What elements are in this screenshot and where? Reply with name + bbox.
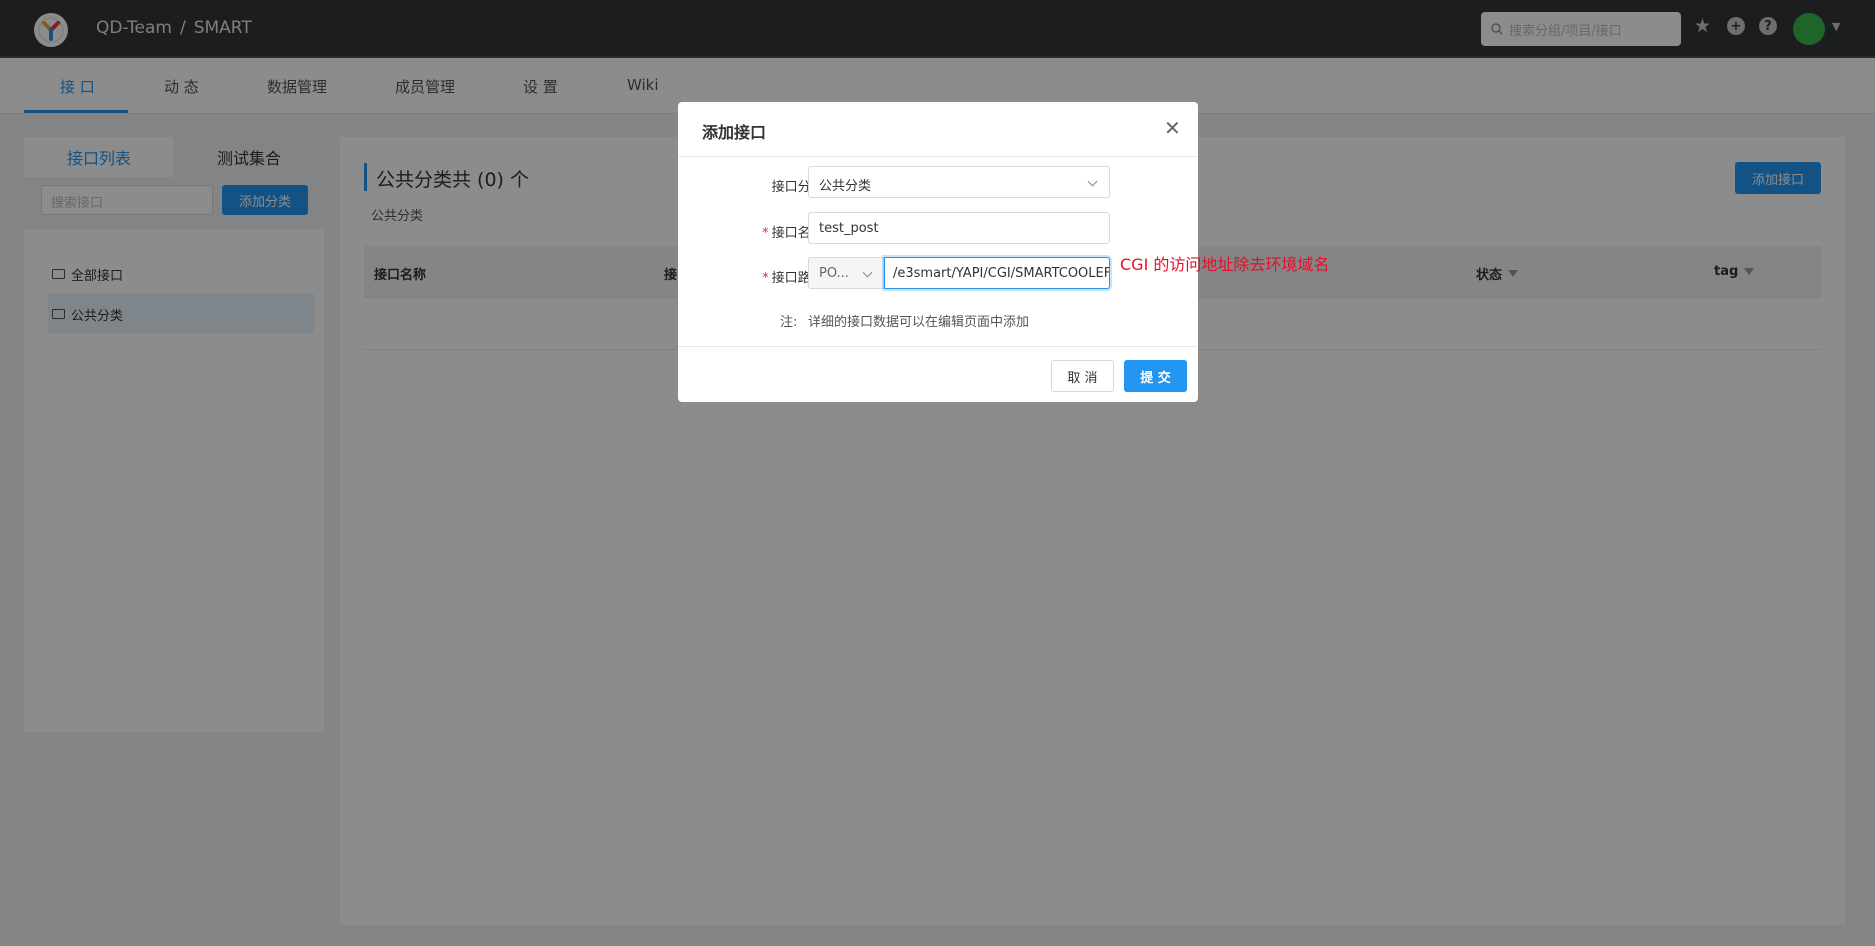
category-label: 接口分类: xyxy=(771,180,828,195)
category-select[interactable]: 公共分类 xyxy=(808,166,1110,198)
chevron-down-icon xyxy=(862,267,873,278)
modal-title: 添加接口 xyxy=(702,123,767,142)
note-label: 注: xyxy=(780,315,798,330)
annotation-text: CGI 的访问地址除去环境域名 xyxy=(1120,255,1330,274)
divider xyxy=(678,346,1198,347)
note-text: 详细的接口数据可以在编辑页面中添加 xyxy=(808,315,1030,330)
name-label: * 接口名称: xyxy=(762,226,828,241)
method-select[interactable]: PO... xyxy=(808,257,884,289)
method-select-value: PO... xyxy=(819,266,849,281)
add-interface-modal: 添加接口 ✕ 接口分类: 公共分类 * 接口名称: test_post * 接口路径… xyxy=(678,102,1198,402)
interface-path-input[interactable]: /e3smart/YAPI/CGI/SMARTCOOLEF xyxy=(884,257,1110,289)
path-label: * 接口路径: xyxy=(762,271,828,286)
chevron-down-icon xyxy=(1087,176,1098,187)
divider xyxy=(678,156,1198,157)
interface-name-input[interactable]: test_post xyxy=(808,212,1110,244)
close-icon[interactable]: ✕ xyxy=(1164,116,1181,140)
submit-button[interactable]: 提 交 xyxy=(1124,360,1187,392)
cancel-button[interactable]: 取 消 xyxy=(1051,360,1114,392)
category-select-value: 公共分类 xyxy=(819,179,872,194)
